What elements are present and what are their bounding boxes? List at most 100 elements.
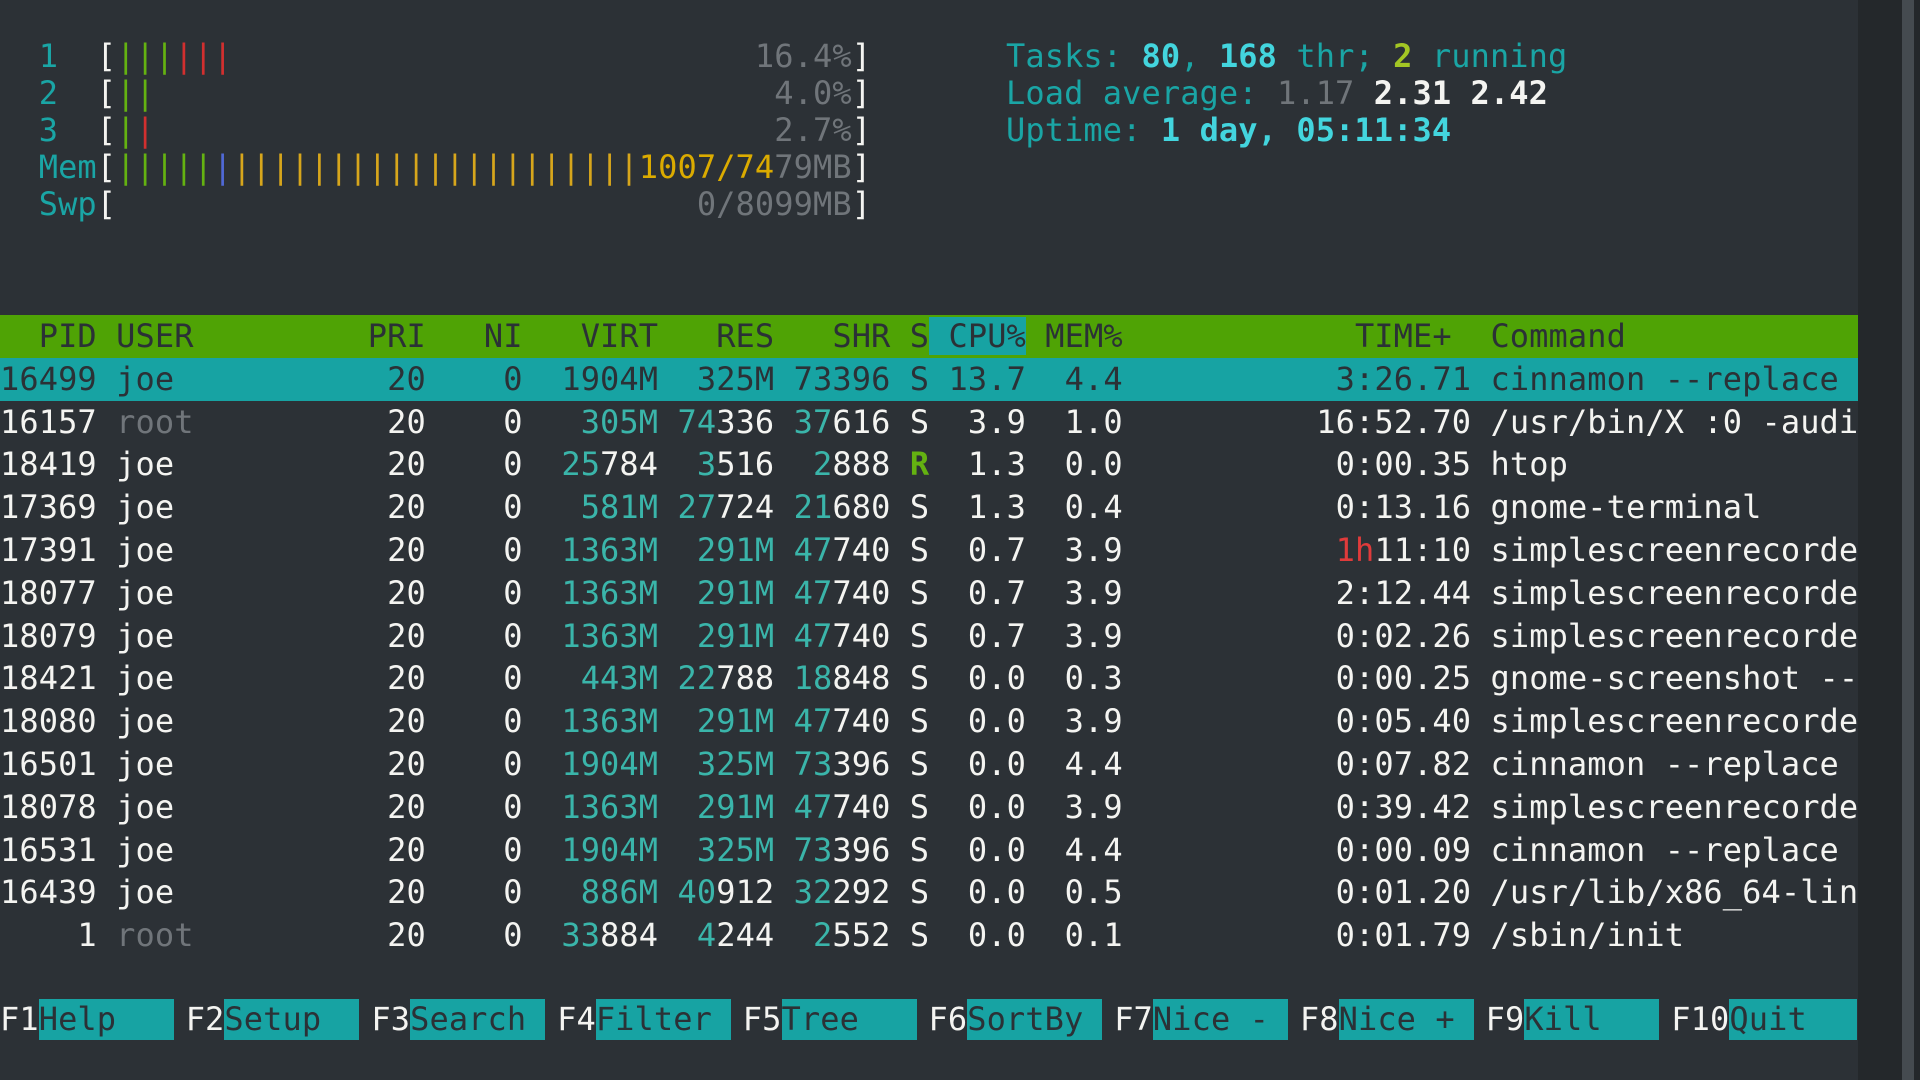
column-header-cpu-sorted[interactable]: CPU% <box>929 317 1026 355</box>
column-header-time[interactable]: TIME+ <box>1123 317 1471 355</box>
fkey-filter[interactable]: F4Filter <box>557 999 731 1040</box>
pad <box>1471 831 1490 869</box>
mem-cell: 0.4 <box>1026 488 1123 526</box>
fkey-sortby[interactable]: F6SortBy <box>929 999 1103 1040</box>
state-cell: S <box>910 788 929 826</box>
meter-label: Mem <box>39 148 97 186</box>
pad <box>97 788 116 826</box>
column-header-shr[interactable]: SHR <box>774 317 890 355</box>
process-row[interactable]: 17391 joe 20 0 1363M 291M 47740 S 0.7 3.… <box>0 529 1858 572</box>
fkey-tree[interactable]: F5Tree <box>743 999 917 1040</box>
fkey-action-label[interactable]: Nice + <box>1339 999 1474 1040</box>
res-cell: 516 <box>716 445 774 483</box>
pad <box>523 531 562 569</box>
ni-cell: 0 <box>426 745 523 783</box>
fkey-setup[interactable]: F2Setup <box>186 999 360 1040</box>
virt-cell: 581M <box>581 488 658 526</box>
fkey-action-label[interactable]: Filter <box>596 999 731 1040</box>
virt-cell: 884 <box>600 916 658 954</box>
pad <box>890 745 909 783</box>
command-cell: cinnamon --replace <box>1491 745 1859 783</box>
pid-cell: 16531 <box>0 831 97 869</box>
fkey-action-label[interactable]: Quit <box>1729 999 1857 1040</box>
column-header-user[interactable]: USER <box>116 317 329 355</box>
pad <box>523 574 562 612</box>
fkey-action-label[interactable]: SortBy <box>967 999 1102 1040</box>
pad <box>523 745 562 783</box>
pri-cell: 20 <box>329 702 426 740</box>
meter-bracket-close: ] <box>852 148 871 186</box>
column-header-ni[interactable]: NI <box>426 317 523 355</box>
pad <box>774 403 793 441</box>
pad <box>774 617 793 655</box>
process-row[interactable]: 18078 joe 20 0 1363M 291M 47740 S 0.0 3.… <box>0 786 1858 829</box>
mem-cell: 3.9 <box>1026 617 1123 655</box>
meter-used-value: 1007/74 <box>639 148 775 186</box>
state-cell: S <box>910 531 929 569</box>
column-header-mem[interactable]: MEM% <box>1026 317 1123 355</box>
scrollbar-thumb[interactable] <box>1902 0 1914 1080</box>
column-header-virt[interactable]: VIRT <box>523 317 659 355</box>
fkey-nice-[interactable]: F8Nice + <box>1300 999 1474 1040</box>
process-row[interactable]: 1 root 20 0 33884 4244 2552 S 0.0 0.1 0:… <box>0 914 1858 957</box>
fkey-action-label[interactable]: Tree <box>782 999 917 1040</box>
fkey-key-label: F4 <box>557 999 596 1040</box>
process-row[interactable]: 16531 joe 20 0 1904M 325M 73396 S 0.0 4.… <box>0 829 1858 872</box>
cpu-cell: 0.0 <box>929 916 1026 954</box>
fkey-key-label: F7 <box>1114 999 1153 1040</box>
process-row[interactable]: 18077 joe 20 0 1363M 291M 47740 S 0.7 3.… <box>0 572 1858 615</box>
fkey-action-label[interactable]: Help <box>39 999 174 1040</box>
ni-cell: 0 <box>426 617 523 655</box>
process-row[interactable]: 16501 joe 20 0 1904M 325M 73396 S 0.0 4.… <box>0 743 1858 786</box>
column-header-pri[interactable]: PRI <box>329 317 426 355</box>
process-row[interactable]: 18419 joe 20 0 25784 3516 2888 R 1.3 0.0… <box>0 443 1858 486</box>
state-cell: S <box>910 488 929 526</box>
process-row[interactable]: 18080 joe 20 0 1363M 291M 47740 S 0.0 3.… <box>0 700 1858 743</box>
pad <box>890 873 909 911</box>
fkey-nice-[interactable]: F7Nice - <box>1114 999 1288 1040</box>
pid-cell: 17369 <box>0 488 97 526</box>
fkey-quit[interactable]: F10Quit <box>1671 999 1857 1040</box>
column-header-res[interactable]: RES <box>658 317 774 355</box>
process-row[interactable]: 17369 joe 20 0 581M 27724 21680 S 1.3 0.… <box>0 486 1858 529</box>
column-header-command[interactable]: Command <box>1490 317 1858 355</box>
pad <box>1123 488 1336 526</box>
time-cell: 3:26.71 <box>1336 360 1472 398</box>
process-row[interactable]: 18079 joe 20 0 1363M 291M 47740 S 0.7 3.… <box>0 615 1858 658</box>
pad <box>1123 702 1336 740</box>
fkey-action-label[interactable]: Nice - <box>1153 999 1288 1040</box>
command-cell: simplescreenrecorde <box>1491 617 1859 655</box>
shr-cell: 396 <box>832 831 890 869</box>
shr-cell: 740 <box>832 788 890 826</box>
pri-cell: 20 <box>329 617 426 655</box>
shr-cell: 47 <box>794 788 833 826</box>
time-cell: 16:52.70 <box>1316 403 1471 441</box>
state-cell: S <box>910 403 929 441</box>
res-cell: 40 <box>678 873 717 911</box>
pad <box>890 831 909 869</box>
pad <box>890 360 909 398</box>
shr-cell: 396 <box>832 745 890 783</box>
virt-cell: 25 <box>561 445 600 483</box>
fkey-action-label[interactable]: Setup <box>224 999 359 1040</box>
fkey-action-label[interactable]: Search <box>410 999 545 1040</box>
column-header-pid[interactable]: PID <box>0 317 97 355</box>
process-row[interactable]: 16439 joe 20 0 886M 40912 32292 S 0.0 0.… <box>0 871 1858 914</box>
ni-cell: 0 <box>426 445 523 483</box>
process-row[interactable]: 16157 root 20 0 305M 74336 37616 S 3.9 1… <box>0 401 1858 444</box>
meter-bars-blue: | <box>213 148 232 186</box>
process-row[interactable]: 18421 joe 20 0 443M 22788 18848 S 0.0 0.… <box>0 657 1858 700</box>
user-cell: joe <box>116 659 329 697</box>
fkey-help[interactable]: F1Help <box>0 999 174 1040</box>
fkey-search[interactable]: F3Search <box>371 999 545 1040</box>
pri-cell: 20 <box>329 445 426 483</box>
pad <box>890 574 909 612</box>
fkey-kill[interactable]: F9Kill <box>1486 999 1660 1040</box>
running-label: running <box>1413 37 1568 75</box>
pad <box>97 488 116 526</box>
pad <box>890 788 909 826</box>
fkey-action-label[interactable]: Kill <box>1524 999 1659 1040</box>
process-row-selected[interactable]: 16499 joe 20 0 1904M 325M 73396 S 13.7 4… <box>0 358 1858 401</box>
shr-cell: 680 <box>832 488 890 526</box>
column-header-s[interactable]: S <box>890 317 929 355</box>
